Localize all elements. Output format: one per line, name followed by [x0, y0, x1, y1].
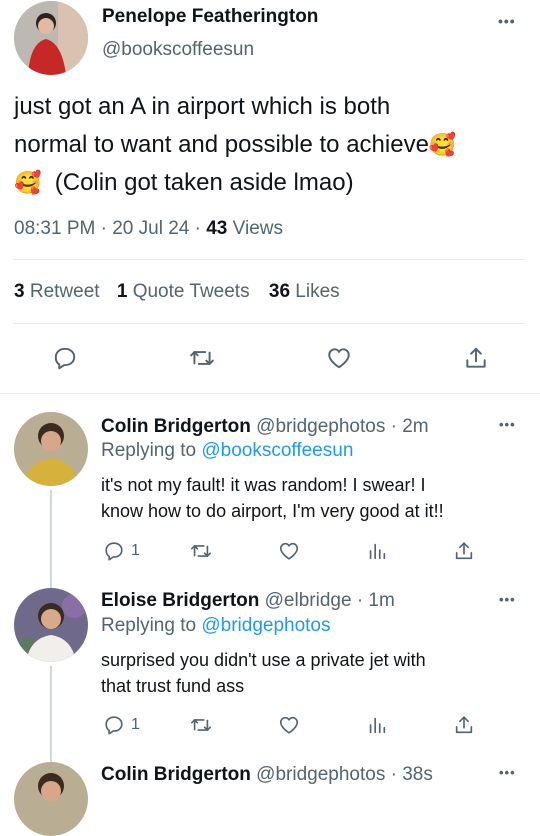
more-icon[interactable]: ••• — [499, 417, 516, 432]
replying-to: Replying to @bookscoffeesun — [101, 440, 353, 462]
reply-count: 1 — [131, 542, 140, 559]
author-avatar[interactable] — [14, 1, 88, 75]
like-button[interactable] — [277, 714, 301, 736]
reply-time[interactable]: · 1m — [357, 590, 395, 611]
retweets-count: 3 — [14, 281, 25, 302]
likes-label: Likes — [295, 281, 340, 302]
reply-header: Colin Bridgerton @bridgephotos · 2m — [101, 416, 429, 438]
thread-line — [50, 490, 52, 592]
avatar-photo — [14, 1, 88, 75]
share-icon — [455, 542, 473, 560]
like-button[interactable] — [277, 540, 301, 562]
retweets-label: Retweet — [29, 281, 100, 302]
reply-icon — [105, 716, 123, 735]
reply-button[interactable] — [52, 345, 78, 371]
quotes-stat[interactable]: 1 Quote Tweets — [117, 281, 250, 302]
reply-header: Eloise Bridgerton @elbridge · 1m — [101, 590, 395, 612]
tweet-time[interactable]: 08:31 PM — [14, 218, 95, 239]
avatar-photo — [14, 412, 88, 486]
reply-avatar[interactable] — [14, 412, 88, 486]
reply-count: 1 — [131, 716, 140, 733]
retweet-icon — [191, 545, 211, 557]
reply-author-handle[interactable]: @bridgephotos — [256, 416, 385, 437]
reply-time[interactable]: · 2m — [391, 416, 429, 437]
quotes-label: Quote Tweets — [132, 281, 250, 302]
analytics-button[interactable] — [366, 540, 388, 562]
reply-button[interactable]: 1 — [103, 540, 140, 562]
thread-line — [50, 666, 52, 766]
reply-author-handle[interactable]: @elbridge — [265, 590, 352, 611]
tweet-meta: 08:31 PM · 20 Jul 24 · 43 Views — [14, 218, 283, 240]
replying-to-handle[interactable]: @bookscoffeesun — [201, 440, 353, 461]
tweet-text-line-1: just got an A in airport which is both — [14, 93, 391, 120]
share-icon — [466, 347, 486, 368]
analytics-icon — [369, 543, 386, 560]
more-icon[interactable]: ••• — [499, 592, 516, 607]
meta-separator: · — [194, 218, 201, 239]
reply-text-line-1: it's not my fault! it was random! I swea… — [101, 475, 426, 495]
reply-button[interactable]: 1 — [103, 714, 140, 736]
retweet-icon — [190, 351, 214, 365]
avatar-photo — [14, 762, 88, 836]
replying-to: Replying to @bridgephotos — [101, 615, 331, 637]
author-handle[interactable]: @bookscoffeesun — [102, 39, 254, 61]
more-icon[interactable]: ••• — [499, 765, 516, 780]
likes-stat[interactable]: 36 Likes — [269, 281, 340, 302]
tweet-text: just got an A in airport which is both n… — [14, 88, 456, 202]
meta-separator: · — [100, 218, 107, 239]
author-name[interactable]: Penelope Featherington — [102, 6, 318, 28]
like-icon — [279, 542, 299, 560]
reply-text-line-2: that trust fund ass — [101, 676, 245, 696]
views-count: 43 — [206, 218, 228, 239]
reply-text-line-1: surprised you didn't use a private jet w… — [101, 650, 426, 670]
replying-to-label: Replying to — [101, 615, 197, 636]
retweet-button[interactable] — [189, 540, 213, 562]
analytics-icon — [369, 717, 386, 734]
reply-avatar[interactable] — [14, 588, 88, 662]
tweet-text-line-2: normal to want and possible to achieve🥰 — [14, 131, 457, 158]
reply-text: it's not my fault! it was random! I swea… — [101, 472, 444, 524]
retweets-stat[interactable]: 3 Retweet — [14, 281, 100, 302]
reply-text: surprised you didn't use a private jet w… — [101, 647, 426, 699]
analytics-button[interactable] — [366, 714, 388, 736]
share-button[interactable] — [453, 713, 475, 737]
replying-to-label: Replying to — [101, 440, 197, 461]
quotes-count: 1 — [116, 281, 128, 302]
retweet-button[interactable] — [189, 714, 213, 736]
more-icon[interactable]: ••• — [498, 13, 516, 29]
tweet-stats: 3 Retweet 1 Quote Tweets 36 Likes — [14, 281, 340, 303]
divider — [14, 259, 526, 260]
tweet-text-line-3: 🥰 (Colin got taken aside lmao) — [14, 169, 354, 196]
avatar-photo — [14, 588, 88, 662]
reply-author-name[interactable]: Eloise Bridgerton — [101, 590, 259, 611]
likes-count: 36 — [268, 281, 291, 302]
smiling-hearts-emoji: 🥰 — [428, 132, 457, 157]
reply-avatar[interactable] — [14, 762, 88, 836]
reply-author-name[interactable]: Colin Bridgerton — [101, 416, 251, 437]
reply-text-line-2: know how to do airport, I'm very good at… — [101, 501, 444, 521]
like-icon — [279, 716, 299, 734]
views-label: Views — [232, 218, 283, 239]
divider — [14, 323, 526, 324]
like-button[interactable] — [325, 345, 353, 371]
retweet-icon — [191, 719, 211, 731]
share-icon — [455, 716, 473, 734]
replying-to-handle[interactable]: @bridgephotos — [201, 615, 330, 636]
smiling-hearts-emoji: 🥰 — [14, 170, 42, 195]
reply-icon — [54, 347, 76, 370]
reply-header: Colin Bridgerton @bridgephotos · 38s — [101, 764, 433, 786]
share-button[interactable] — [463, 344, 489, 372]
tweet-date[interactable]: 20 Jul 24 — [112, 218, 189, 239]
retweet-button[interactable] — [188, 345, 216, 371]
share-button[interactable] — [453, 539, 475, 563]
reply-icon — [105, 542, 123, 561]
like-icon — [328, 348, 350, 369]
divider — [0, 393, 540, 394]
